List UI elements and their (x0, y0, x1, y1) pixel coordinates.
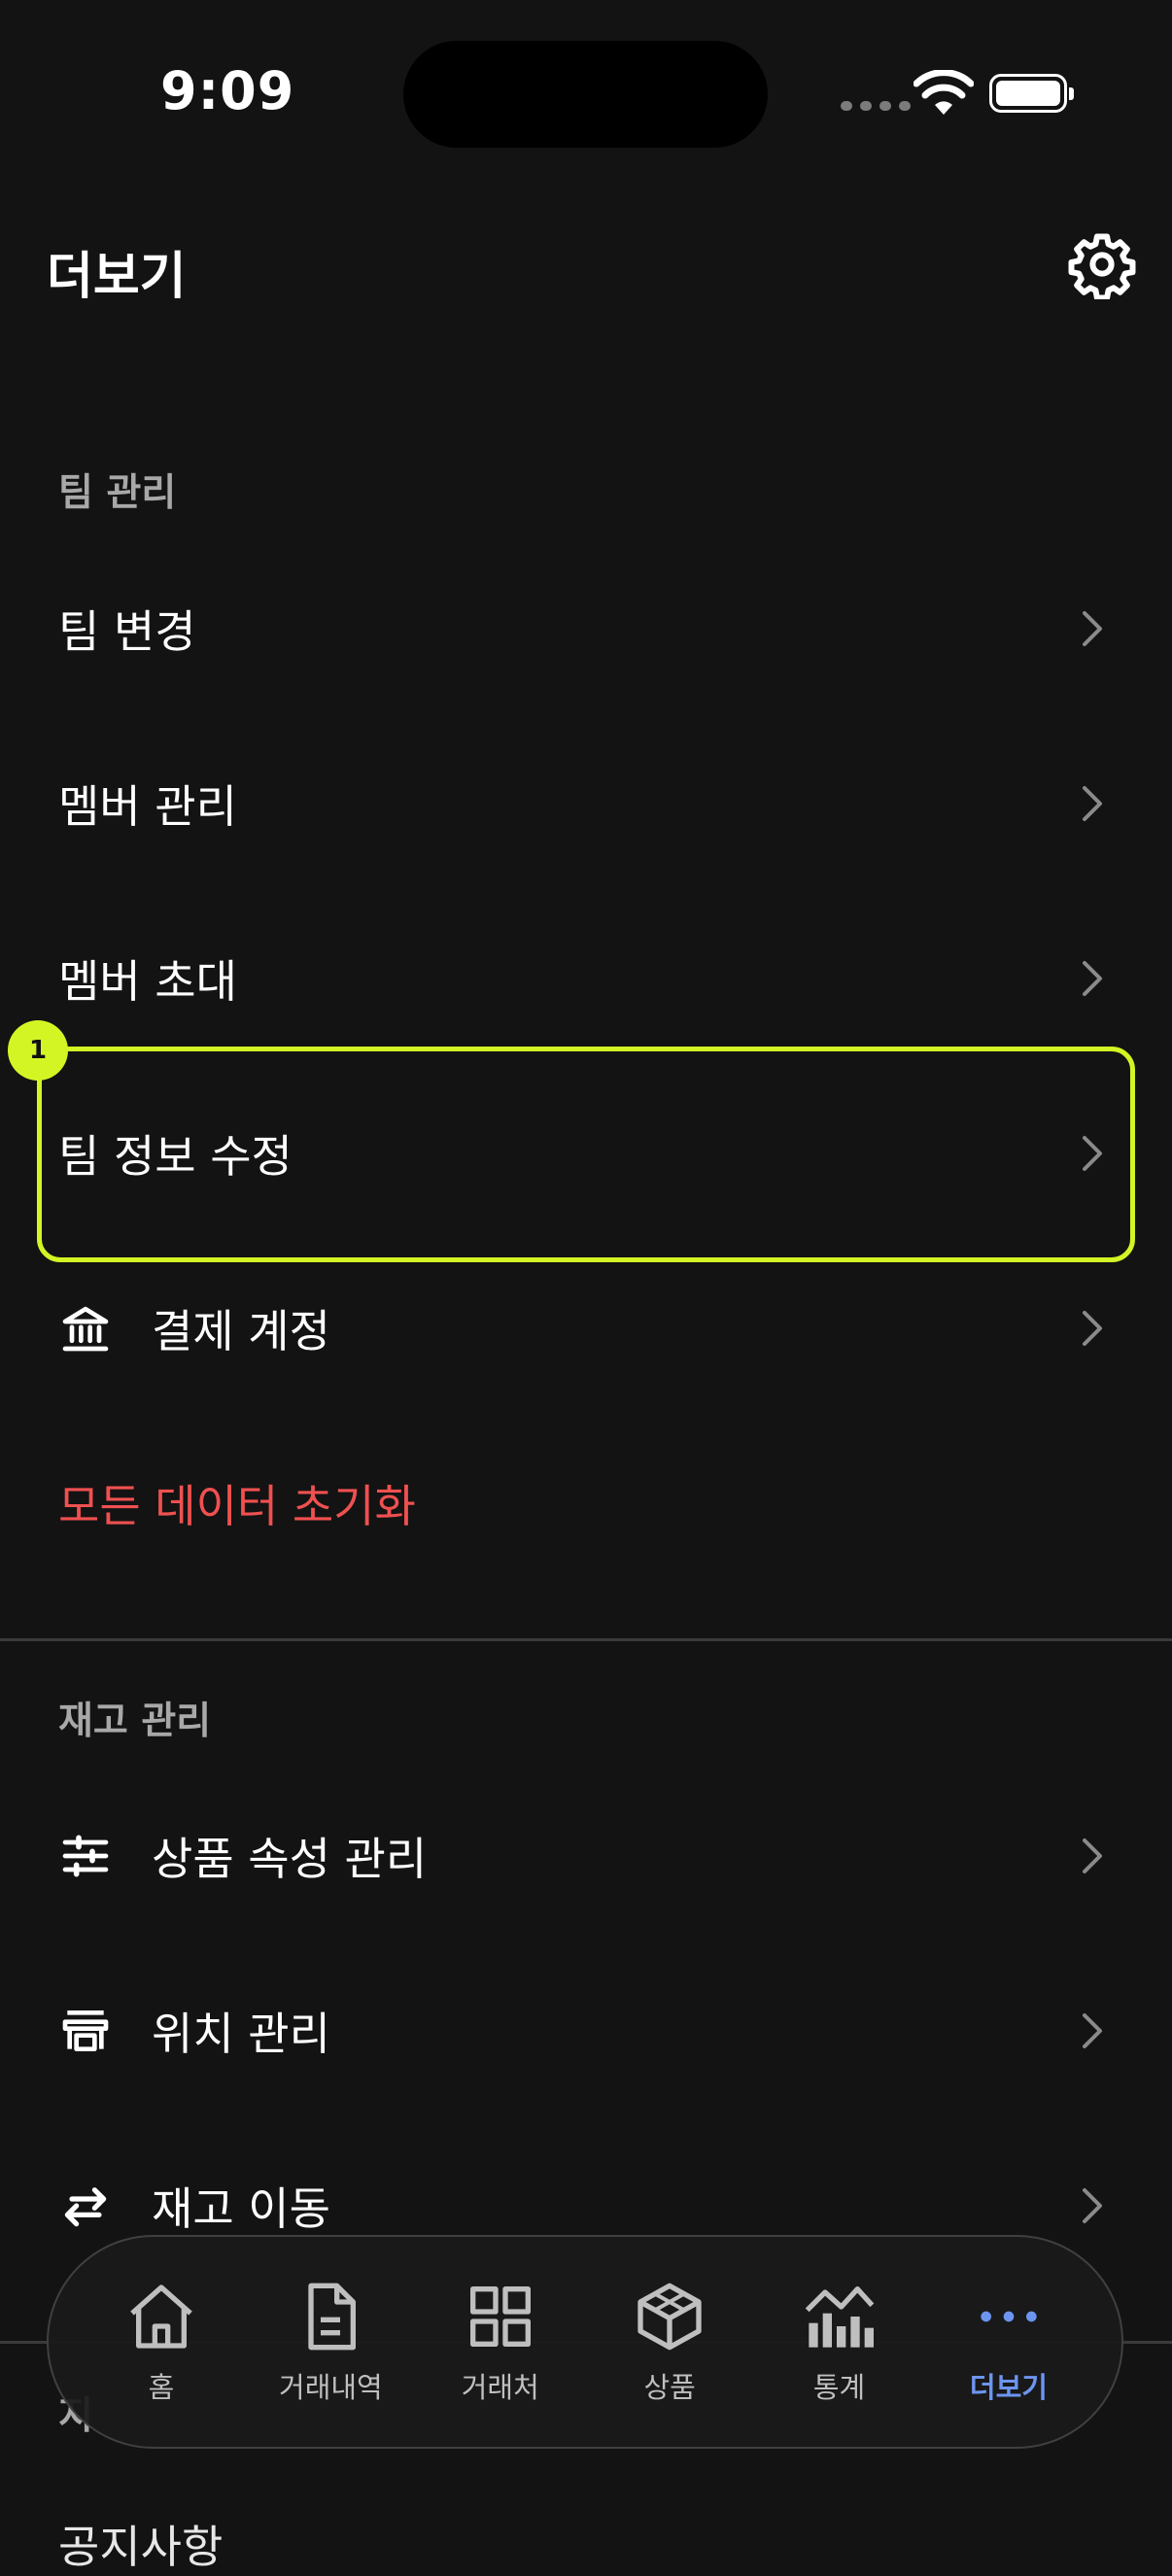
tab-transactions[interactable]: 거래내역 (253, 2278, 408, 2406)
chevron-right-icon (1083, 1838, 1102, 1873)
chevron-right-icon (1083, 611, 1102, 646)
chevron-right-icon (1083, 1311, 1102, 1346)
transfer-icon (64, 2187, 107, 2227)
tab-label: 통계 (812, 2371, 866, 2404)
menu-item-location-management[interactable]: 위치 관리 (0, 1943, 1172, 2118)
grid-icon (469, 2286, 531, 2347)
chevron-right-icon (1083, 2188, 1102, 2223)
gear-icon[interactable] (1067, 229, 1137, 299)
menu-item-label: 팀 변경 (58, 605, 196, 658)
tutorial-highlight (37, 1047, 1135, 1262)
chevron-right-icon (1083, 961, 1102, 996)
store-icon (62, 2010, 109, 2051)
menu-item-label: 모든 데이터 초기화 (58, 1480, 416, 1532)
menu-item-billing-account[interactable]: 결제 계정 (0, 1241, 1172, 1416)
menu-item-product-attributes[interactable]: 상품 속성 관리 (0, 1769, 1172, 1943)
menu-item-invite-member[interactable]: 멤버 초대 (0, 891, 1172, 1066)
menu-item-label: 재고 이동 (152, 2182, 330, 2235)
tab-bar: 홈 거래내역 거래처 상품 통계 더보기 (47, 2235, 1123, 2449)
menu-item-manage-members[interactable]: 멤버 관리 (0, 716, 1172, 891)
menu-item-label: 멤버 초대 (58, 955, 237, 1008)
dynamic-island (403, 41, 768, 148)
tab-more[interactable]: 더보기 (931, 2278, 1086, 2406)
page-title: 더보기 (47, 248, 187, 306)
menu-item-label: 위치 관리 (152, 2008, 330, 2060)
tab-label: 거래처 (461, 2371, 539, 2404)
status-time: 9:09 (160, 60, 295, 121)
document-icon (308, 2283, 357, 2351)
cellular-signal-icon (841, 101, 911, 111)
step-badge: 1 (8, 1020, 68, 1081)
tab-label: 거래내역 (279, 2371, 383, 2404)
section-title-team: 팀 관리 (58, 471, 177, 515)
menu-item-label: 결제 계정 (152, 1305, 330, 1357)
box-icon (638, 2283, 702, 2351)
battery-icon (989, 74, 1074, 113)
tab-label: 상품 (643, 2371, 696, 2404)
status-bar: 9:09 (0, 0, 1172, 194)
wifi-icon (913, 70, 974, 115)
chart-icon (805, 2286, 874, 2348)
menu-item-label: 상품 속성 관리 (152, 1833, 428, 1885)
home-icon (130, 2284, 192, 2349)
menu-item-notices[interactable]: 공지사항 (58, 2512, 223, 2576)
tab-products[interactable]: 상품 (592, 2278, 747, 2406)
tab-clients[interactable]: 거래처 (423, 2278, 578, 2406)
tab-label: 홈 (148, 2371, 175, 2404)
chevron-right-icon (1083, 786, 1102, 821)
section-title-inventory: 재고 관리 (58, 1700, 212, 1743)
chevron-right-icon (1083, 2013, 1102, 2048)
section-divider (0, 1638, 1172, 1641)
more-icon (981, 2311, 1037, 2322)
menu-item-label: 멤버 관리 (58, 780, 237, 833)
sliders-icon (62, 1835, 109, 1877)
tab-statistics[interactable]: 통계 (762, 2278, 917, 2406)
tab-label: 더보기 (969, 2371, 1048, 2404)
bank-icon (62, 1306, 109, 1352)
menu-item-reset-all-data[interactable]: 모든 데이터 초기화 (0, 1416, 1172, 1591)
menu-item-change-team[interactable]: 팀 변경 (0, 541, 1172, 716)
tab-home[interactable]: 홈 (84, 2278, 239, 2406)
header: 더보기 (0, 194, 1172, 330)
